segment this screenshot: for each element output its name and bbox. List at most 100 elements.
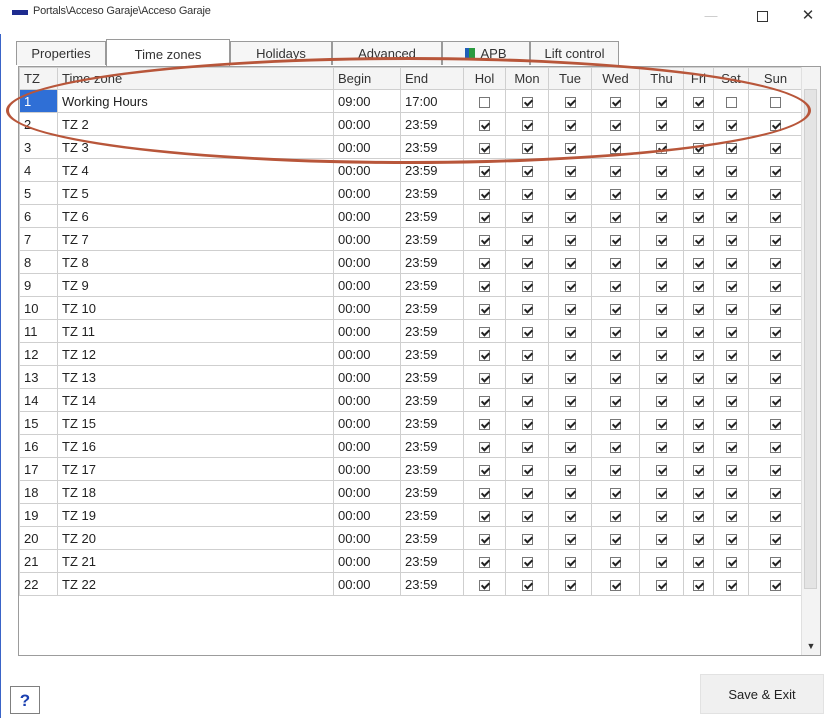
column-header[interactable]: Mon <box>505 67 549 90</box>
table-row[interactable]: 10 TZ 10 00:00 23:59 <box>19 296 803 320</box>
day-checkbox[interactable] <box>693 165 704 177</box>
column-header[interactable]: Thu <box>639 67 684 90</box>
day-checkbox[interactable] <box>564 372 576 384</box>
day-checkbox[interactable] <box>479 349 490 361</box>
day-checkbox[interactable] <box>770 326 781 338</box>
day-checkbox[interactable] <box>770 418 781 430</box>
begin-time-cell[interactable]: 00:00 <box>333 526 401 550</box>
day-checkbox[interactable] <box>610 165 621 177</box>
tz-number-cell[interactable]: 21 <box>19 549 58 573</box>
day-checkbox[interactable] <box>521 510 533 522</box>
time-zone-name-cell[interactable]: TZ 13 <box>57 365 334 389</box>
begin-time-cell[interactable]: 00:00 <box>333 572 401 596</box>
day-checkbox[interactable] <box>770 257 781 269</box>
day-checkbox[interactable] <box>656 119 667 131</box>
day-checkbox[interactable] <box>564 188 576 200</box>
day-checkbox[interactable] <box>521 165 533 177</box>
day-checkbox[interactable] <box>725 464 737 476</box>
tz-number-cell[interactable]: 6 <box>19 204 58 228</box>
time-zone-name-cell[interactable]: TZ 15 <box>57 411 334 435</box>
tab-properties[interactable]: Properties <box>16 41 106 65</box>
day-checkbox[interactable] <box>656 418 667 430</box>
begin-time-cell[interactable]: 00:00 <box>333 112 401 136</box>
begin-time-cell[interactable]: 00:00 <box>333 250 401 274</box>
begin-time-cell[interactable]: 00:00 <box>333 158 401 182</box>
day-checkbox[interactable] <box>656 96 667 108</box>
begin-time-cell[interactable]: 00:00 <box>333 434 401 458</box>
day-checkbox[interactable] <box>521 441 533 453</box>
table-row[interactable]: 19 TZ 19 00:00 23:59 <box>19 503 803 527</box>
end-time-cell[interactable]: 23:59 <box>400 411 464 435</box>
day-checkbox[interactable] <box>521 556 533 568</box>
time-zone-name-cell[interactable]: TZ 3 <box>57 135 334 159</box>
begin-time-cell[interactable]: 00:00 <box>333 319 401 343</box>
tz-number-cell[interactable]: 22 <box>19 572 58 596</box>
table-row[interactable]: 11 TZ 11 00:00 23:59 <box>19 319 803 343</box>
tz-number-cell[interactable]: 2 <box>19 112 58 136</box>
begin-time-cell[interactable]: 00:00 <box>333 181 401 205</box>
day-checkbox[interactable] <box>725 211 737 223</box>
time-zone-name-cell[interactable]: TZ 21 <box>57 549 334 573</box>
day-checkbox[interactable] <box>693 556 704 568</box>
table-row[interactable]: 17 TZ 17 00:00 23:59 <box>19 457 803 481</box>
tab-apb[interactable]: APB <box>442 41 530 65</box>
day-checkbox[interactable] <box>564 326 576 338</box>
day-checkbox[interactable] <box>564 441 576 453</box>
day-checkbox[interactable] <box>610 349 621 361</box>
day-checkbox[interactable] <box>693 349 704 361</box>
day-checkbox[interactable] <box>693 533 704 545</box>
day-checkbox[interactable] <box>770 487 781 499</box>
day-checkbox[interactable] <box>725 510 737 522</box>
day-checkbox[interactable] <box>479 280 490 292</box>
day-checkbox[interactable] <box>725 487 737 499</box>
day-checkbox[interactable] <box>479 257 490 269</box>
day-checkbox[interactable] <box>656 257 667 269</box>
day-checkbox[interactable] <box>656 372 667 384</box>
table-row[interactable]: 18 TZ 18 00:00 23:59 <box>19 480 803 504</box>
day-checkbox[interactable] <box>656 487 667 499</box>
day-checkbox[interactable] <box>725 349 737 361</box>
day-checkbox[interactable] <box>770 142 781 154</box>
begin-time-cell[interactable]: 00:00 <box>333 480 401 504</box>
table-row[interactable]: 9 TZ 9 00:00 23:59 <box>19 273 803 297</box>
day-checkbox[interactable] <box>725 418 737 430</box>
day-checkbox[interactable] <box>521 280 533 292</box>
vertical-scrollbar[interactable]: ▼ <box>801 67 820 655</box>
day-checkbox[interactable] <box>521 395 533 407</box>
time-zone-name-cell[interactable]: TZ 20 <box>57 526 334 550</box>
column-header[interactable]: Sat <box>713 67 749 90</box>
day-checkbox[interactable] <box>564 96 576 108</box>
day-checkbox[interactable] <box>610 464 621 476</box>
begin-time-cell[interactable]: 00:00 <box>333 549 401 573</box>
day-checkbox[interactable] <box>693 372 704 384</box>
day-checkbox[interactable] <box>770 372 781 384</box>
day-checkbox[interactable] <box>564 119 576 131</box>
column-header[interactable]: Fri <box>683 67 714 90</box>
table-row[interactable]: 5 TZ 5 00:00 23:59 <box>19 181 803 205</box>
begin-time-cell[interactable]: 00:00 <box>333 135 401 159</box>
table-row[interactable]: 14 TZ 14 00:00 23:59 <box>19 388 803 412</box>
day-checkbox[interactable] <box>693 96 704 108</box>
tab-lift-control[interactable]: Lift control <box>530 41 619 65</box>
day-checkbox[interactable] <box>564 556 576 568</box>
day-checkbox[interactable] <box>610 441 621 453</box>
day-checkbox[interactable] <box>521 464 533 476</box>
end-time-cell[interactable]: 23:59 <box>400 549 464 573</box>
end-time-cell[interactable]: 23:59 <box>400 319 464 343</box>
tz-number-cell[interactable]: 11 <box>19 319 58 343</box>
tz-number-cell[interactable]: 4 <box>19 158 58 182</box>
day-checkbox[interactable] <box>656 349 667 361</box>
day-checkbox[interactable] <box>521 418 533 430</box>
tz-number-cell[interactable]: 18 <box>19 480 58 504</box>
end-time-cell[interactable]: 23:59 <box>400 181 464 205</box>
day-checkbox[interactable] <box>693 418 704 430</box>
day-checkbox[interactable] <box>770 280 781 292</box>
time-zone-name-cell[interactable]: TZ 7 <box>57 227 334 251</box>
day-checkbox[interactable] <box>610 188 621 200</box>
end-time-cell[interactable]: 23:59 <box>400 457 464 481</box>
end-time-cell[interactable]: 23:59 <box>400 526 464 550</box>
day-checkbox[interactable] <box>693 510 704 522</box>
day-checkbox[interactable] <box>770 556 781 568</box>
day-checkbox[interactable] <box>725 395 737 407</box>
day-checkbox[interactable] <box>725 234 737 246</box>
